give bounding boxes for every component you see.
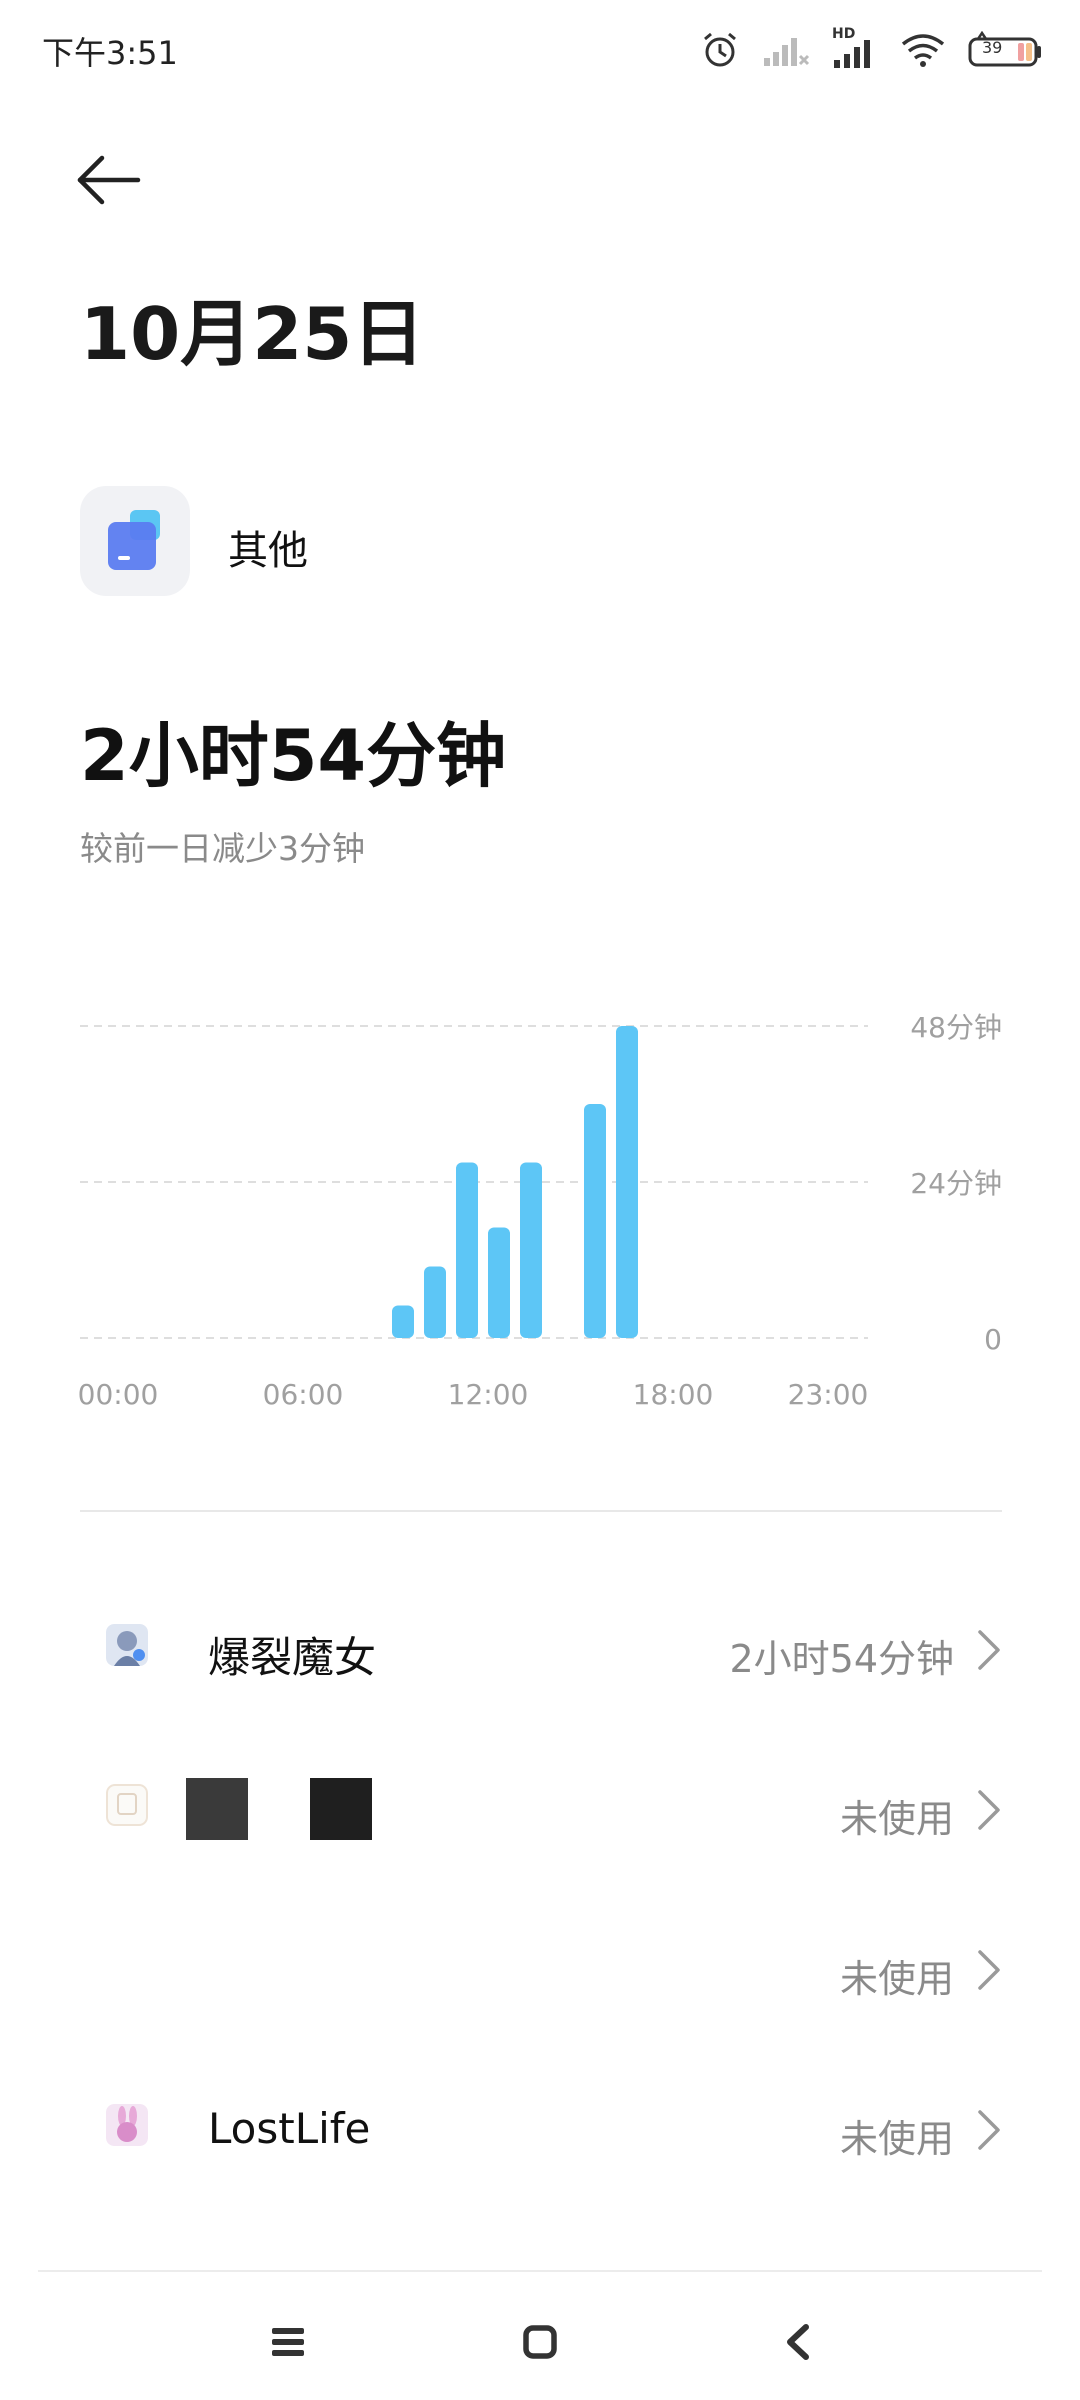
redacted-block	[186, 1778, 248, 1840]
app-usage: 未使用	[839, 1957, 954, 2001]
status-icons: HD 39	[700, 22, 1042, 78]
x-tick-label: 06:00	[263, 1378, 344, 1411]
chevron-right-icon	[978, 1950, 1000, 1990]
chart-bar	[616, 1026, 638, 1338]
redacted-block	[310, 1778, 372, 1840]
app-row-1[interactable]: 未使用	[0, 1742, 1080, 1882]
page-title: 10月25日	[80, 292, 425, 376]
chart-bar	[488, 1227, 510, 1338]
battery-level: 39	[982, 38, 1003, 57]
chart-bar	[520, 1162, 542, 1338]
wifi-icon	[901, 34, 945, 67]
app-usage: 未使用	[839, 2117, 954, 2161]
chevron-right-icon	[978, 2110, 1000, 2150]
navigation-bar	[0, 2272, 1080, 2400]
usage-bar-chart: 48分钟 24分钟 0 00:00 06:00 12:00 18:00 23:00	[78, 1011, 1002, 1411]
app-icon	[106, 1784, 148, 1826]
y-tick-label: 48分钟	[910, 1011, 1002, 1044]
chevron-right-icon	[978, 1790, 1000, 1830]
app-name: LostLife	[208, 2104, 371, 2153]
back-icon	[787, 2324, 809, 2360]
alarm-icon	[704, 32, 736, 67]
usage-comparison: 较前一日减少3分钟	[80, 829, 365, 868]
x-tick-label: 12:00	[448, 1378, 529, 1411]
battery-icon: 39	[968, 31, 1042, 69]
back-button[interactable]	[72, 142, 148, 218]
bunny-app-icon	[106, 2104, 148, 2146]
signal-x-icon	[764, 38, 810, 66]
app-row-2[interactable]: 未使用	[0, 1902, 1080, 2042]
home-icon	[523, 2325, 557, 2359]
divider	[80, 1510, 1002, 1512]
status-bar: 下午3:51 HD 39	[0, 0, 1080, 100]
y-tick-label: 24分钟	[910, 1167, 1002, 1200]
status-time: 下午3:51	[42, 34, 178, 72]
game-app-icon	[106, 1624, 148, 1666]
chart-bar	[584, 1104, 606, 1338]
home-button[interactable]	[500, 2302, 580, 2382]
app-usage: 2小时54分钟	[729, 1637, 954, 1681]
total-usage-time: 2小时54分钟	[80, 715, 507, 797]
app-row-3[interactable]: LostLife 未使用	[0, 2062, 1080, 2202]
category-icon-container	[80, 486, 190, 596]
app-row-0[interactable]: 爆裂魔女 2小时54分钟	[0, 1582, 1080, 1722]
x-tick-label: 18:00	[633, 1378, 714, 1411]
app-category-icon	[108, 510, 160, 570]
chart-bar	[392, 1305, 414, 1338]
arrow-left-icon	[77, 155, 141, 205]
app-name: 爆裂魔女	[208, 1633, 377, 1682]
nav-back-button[interactable]	[758, 2302, 838, 2382]
x-tick-label: 23:00	[788, 1378, 869, 1411]
recents-button[interactable]	[248, 2302, 328, 2382]
signal-hd-icon: HD	[832, 26, 878, 70]
app-usage: 未使用	[839, 1797, 954, 1841]
chart-bar	[456, 1162, 478, 1338]
menu-icon	[272, 2328, 304, 2356]
x-tick-label: 00:00	[78, 1378, 159, 1411]
chart-bar	[424, 1266, 446, 1338]
category-label: 其他	[228, 528, 308, 574]
y-tick-label: 0	[984, 1323, 1002, 1356]
chevron-right-icon	[978, 1630, 1000, 1670]
